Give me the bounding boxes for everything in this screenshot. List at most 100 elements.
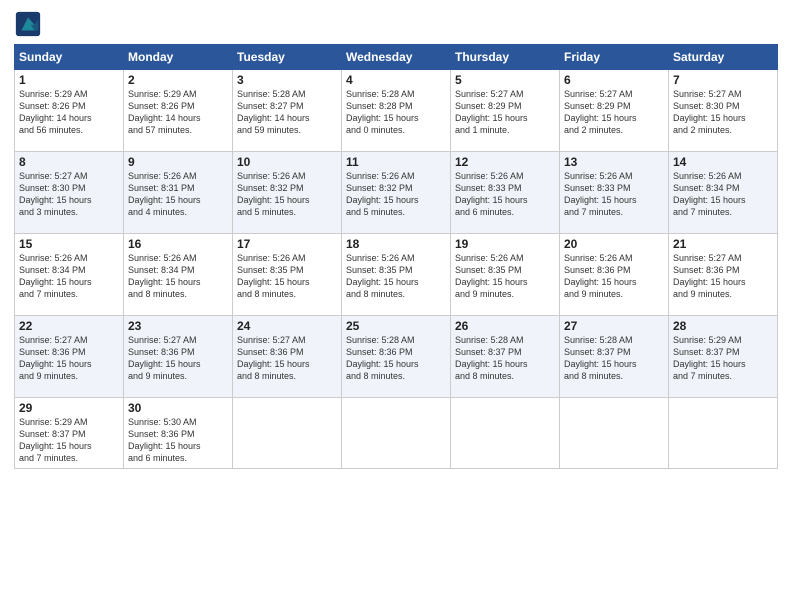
- logo-icon: [14, 10, 42, 38]
- day-number: 11: [346, 155, 446, 169]
- day-number: 6: [564, 73, 664, 87]
- day-number: 1: [19, 73, 119, 87]
- week-row-3: 15 Sunrise: 5:26 AMSunset: 8:34 PMDayligh…: [15, 234, 778, 316]
- calendar-cell: 3Sunrise: 5:28 AMSunset: 8:27 PMDaylight…: [233, 70, 342, 152]
- day-info: Sunrise: 5:27 AMSunset: 8:29 PMDaylight:…: [455, 88, 555, 137]
- day-number: 26: [455, 319, 555, 333]
- day-number: 21: [673, 237, 773, 251]
- day-number: 23: [128, 319, 228, 333]
- calendar-cell: 9Sunrise: 5:26 AMSunset: 8:31 PMDaylight…: [124, 152, 233, 234]
- calendar-cell: 4Sunrise: 5:28 AMSunset: 8:28 PMDaylight…: [342, 70, 451, 152]
- calendar-cell: 2Sunrise: 5:29 AMSunset: 8:26 PMDaylight…: [124, 70, 233, 152]
- day-info: Sunrise: 5:27 AMSunset: 8:36 PMDaylight:…: [237, 334, 337, 383]
- day-info: Sunrise: 5:29 AMSunset: 8:37 PMDaylight:…: [19, 416, 119, 465]
- calendar-cell: 10Sunrise: 5:26 AMSunset: 8:32 PMDayligh…: [233, 152, 342, 234]
- calendar-cell: 30Sunrise: 5:30 AMSunset: 8:36 PMDayligh…: [124, 398, 233, 469]
- day-number: 22: [19, 319, 119, 333]
- calendar-cell: 1Sunrise: 5:29 AMSunset: 8:26 PMDaylight…: [15, 70, 124, 152]
- calendar-cell: 28Sunrise: 5:29 AMSunset: 8:37 PMDayligh…: [669, 316, 778, 398]
- day-info: Sunrise: 5:29 AMSunset: 8:37 PMDaylight:…: [673, 334, 773, 383]
- day-number: 28: [673, 319, 773, 333]
- calendar-cell: 29Sunrise: 5:29 AMSunset: 8:37 PMDayligh…: [15, 398, 124, 469]
- calendar-cell: 19Sunrise: 5:26 AMSunset: 8:35 PMDayligh…: [451, 234, 560, 316]
- weekday-saturday: Saturday: [669, 45, 778, 70]
- calendar-cell: [342, 398, 451, 469]
- week-row-1: 1Sunrise: 5:29 AMSunset: 8:26 PMDaylight…: [15, 70, 778, 152]
- day-number: 25: [346, 319, 446, 333]
- calendar-cell: 21Sunrise: 5:27 AMSunset: 8:36 PMDayligh…: [669, 234, 778, 316]
- calendar-cell: 15Sunrise: 5:26 AMSunset: 8:34 PMDayligh…: [15, 234, 124, 316]
- weekday-thursday: Thursday: [451, 45, 560, 70]
- day-number: 2: [128, 73, 228, 87]
- day-number: 15: [19, 237, 119, 251]
- day-info: Sunrise: 5:28 AMSunset: 8:37 PMDaylight:…: [564, 334, 664, 383]
- week-row-4: 22 Sunrise: 5:27 AMSunset: 8:36 PMDayligh…: [15, 316, 778, 398]
- calendar-cell: 26Sunrise: 5:28 AMSunset: 8:37 PMDayligh…: [451, 316, 560, 398]
- day-info: Sunrise: 5:27 AMSunset: 8:36 PMDaylight:…: [673, 252, 773, 301]
- calendar-cell: 14Sunrise: 5:26 AMSunset: 8:34 PMDayligh…: [669, 152, 778, 234]
- day-info: Sunrise: 5:27 AMSunset: 8:30 PMDaylight:…: [673, 88, 773, 137]
- day-info: Sunrise: 5:26 AMSunset: 8:36 PMDaylight:…: [564, 252, 664, 301]
- weekday-tuesday: Tuesday: [233, 45, 342, 70]
- day-number: 16: [128, 237, 228, 251]
- day-info: Sunrise: 5:26 AMSunset: 8:35 PMDaylight:…: [346, 252, 446, 301]
- day-info: Sunrise: 5:27 AMSunset: 8:29 PMDaylight:…: [564, 88, 664, 137]
- calendar-cell: 12Sunrise: 5:26 AMSunset: 8:33 PMDayligh…: [451, 152, 560, 234]
- day-info: Sunrise: 5:26 AMSunset: 8:31 PMDaylight:…: [128, 170, 228, 219]
- day-info: Sunrise: 5:27 AMSunset: 8:36 PMDaylight:…: [128, 334, 228, 383]
- calendar-cell: 20Sunrise: 5:26 AMSunset: 8:36 PMDayligh…: [560, 234, 669, 316]
- header: [14, 10, 778, 38]
- calendar-cell: 24Sunrise: 5:27 AMSunset: 8:36 PMDayligh…: [233, 316, 342, 398]
- calendar: SundayMondayTuesdayWednesdayThursdayFrid…: [14, 44, 778, 469]
- logo: [14, 10, 44, 38]
- day-number: 4: [346, 73, 446, 87]
- day-info: Sunrise: 5:29 AMSunset: 8:26 PMDaylight:…: [19, 88, 119, 137]
- weekday-monday: Monday: [124, 45, 233, 70]
- day-info: Sunrise: 5:30 AMSunset: 8:36 PMDaylight:…: [128, 416, 228, 465]
- day-number: 14: [673, 155, 773, 169]
- day-number: 19: [455, 237, 555, 251]
- day-number: 27: [564, 319, 664, 333]
- week-row-5: 29Sunrise: 5:29 AMSunset: 8:37 PMDayligh…: [15, 398, 778, 469]
- day-info: Sunrise: 5:26 AMSunset: 8:35 PMDaylight:…: [237, 252, 337, 301]
- calendar-cell: 11Sunrise: 5:26 AMSunset: 8:32 PMDayligh…: [342, 152, 451, 234]
- calendar-cell: 6Sunrise: 5:27 AMSunset: 8:29 PMDaylight…: [560, 70, 669, 152]
- day-number: 5: [455, 73, 555, 87]
- day-info: Sunrise: 5:26 AMSunset: 8:35 PMDaylight:…: [455, 252, 555, 301]
- calendar-cell: 25Sunrise: 5:28 AMSunset: 8:36 PMDayligh…: [342, 316, 451, 398]
- calendar-cell: 23Sunrise: 5:27 AMSunset: 8:36 PMDayligh…: [124, 316, 233, 398]
- day-info: Sunrise: 5:28 AMSunset: 8:27 PMDaylight:…: [237, 88, 337, 137]
- calendar-cell: [233, 398, 342, 469]
- day-number: 29: [19, 401, 119, 415]
- day-info: Sunrise: 5:26 AMSunset: 8:34 PMDaylight:…: [673, 170, 773, 219]
- weekday-friday: Friday: [560, 45, 669, 70]
- day-info: Sunrise: 5:28 AMSunset: 8:36 PMDaylight:…: [346, 334, 446, 383]
- calendar-cell: 5Sunrise: 5:27 AMSunset: 8:29 PMDaylight…: [451, 70, 560, 152]
- day-info: Sunrise: 5:26 AMSunset: 8:33 PMDaylight:…: [564, 170, 664, 219]
- calendar-cell: 22Sunrise: 5:27 AMSunset: 8:36 PMDayligh…: [15, 316, 124, 398]
- calendar-cell: 17Sunrise: 5:26 AMSunset: 8:35 PMDayligh…: [233, 234, 342, 316]
- day-info: Sunrise: 5:27 AMSunset: 8:30 PMDaylight:…: [19, 170, 119, 219]
- day-number: 9: [128, 155, 228, 169]
- day-number: 7: [673, 73, 773, 87]
- page: SundayMondayTuesdayWednesdayThursdayFrid…: [0, 0, 792, 612]
- day-number: 17: [237, 237, 337, 251]
- day-info: Sunrise: 5:26 AMSunset: 8:32 PMDaylight:…: [237, 170, 337, 219]
- weekday-wednesday: Wednesday: [342, 45, 451, 70]
- calendar-cell: 8Sunrise: 5:27 AMSunset: 8:30 PMDaylight…: [15, 152, 124, 234]
- day-info: Sunrise: 5:29 AMSunset: 8:26 PMDaylight:…: [128, 88, 228, 137]
- calendar-cell: 18Sunrise: 5:26 AMSunset: 8:35 PMDayligh…: [342, 234, 451, 316]
- week-row-2: 8Sunrise: 5:27 AMSunset: 8:30 PMDaylight…: [15, 152, 778, 234]
- calendar-cell: 13Sunrise: 5:26 AMSunset: 8:33 PMDayligh…: [560, 152, 669, 234]
- calendar-cell: [669, 398, 778, 469]
- day-number: 8: [19, 155, 119, 169]
- day-info: Sunrise: 5:26 AMSunset: 8:32 PMDaylight:…: [346, 170, 446, 219]
- calendar-cell: 16Sunrise: 5:26 AMSunset: 8:34 PMDayligh…: [124, 234, 233, 316]
- day-number: 24: [237, 319, 337, 333]
- day-info: Sunrise: 5:26 AMSunset: 8:34 PMDaylight:…: [128, 252, 228, 301]
- calendar-cell: [560, 398, 669, 469]
- calendar-cell: [451, 398, 560, 469]
- day-number: 10: [237, 155, 337, 169]
- day-number: 18: [346, 237, 446, 251]
- day-number: 3: [237, 73, 337, 87]
